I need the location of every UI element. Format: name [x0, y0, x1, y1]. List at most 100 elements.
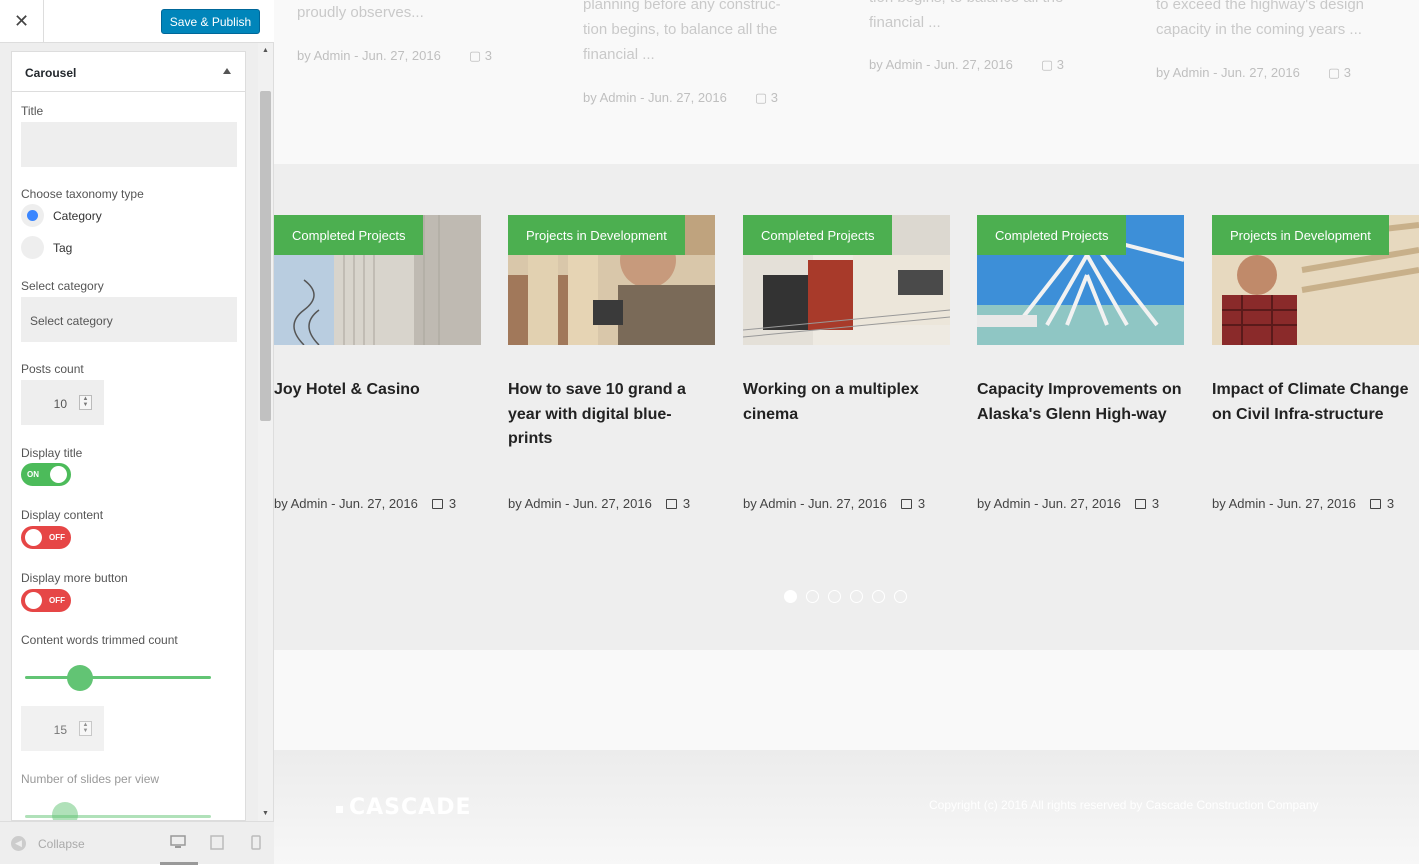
comment-icon: ▢	[1040, 57, 1054, 72]
comment-count: 3	[484, 48, 492, 63]
collapse-caret-icon[interactable]	[223, 68, 231, 74]
carousel-pagination	[784, 590, 907, 603]
faded-post-card: tion begins, to balance all the financia…	[869, 0, 1129, 72]
comment-count[interactable]: 3	[449, 496, 456, 511]
post-meta-text: by Admin - Jun. 27, 2016	[508, 496, 652, 511]
post-carousel: Completed Projects Joy Hotel & Casino by…	[274, 164, 1419, 650]
radio-tag-label[interactable]: Tag	[53, 241, 72, 255]
post-thumbnail[interactable]: Completed Projects	[274, 215, 481, 345]
post-excerpt-line: financial ...	[583, 46, 655, 63]
pagination-dot[interactable]	[872, 590, 885, 603]
toggle-knob	[25, 529, 42, 546]
words-trimmed-stepper[interactable]: 15 ▲ ▼	[21, 706, 104, 751]
title-input[interactable]	[21, 122, 237, 167]
panel-header: ✕ Save & Publish	[0, 0, 274, 43]
section-title[interactable]: Carousel	[12, 52, 245, 92]
select-category-dropdown[interactable]: Select category	[21, 297, 237, 342]
panel-scrollbar[interactable]: ▲ ▼	[258, 43, 273, 821]
save-publish-button[interactable]: Save & Publish	[161, 9, 260, 34]
pagination-dot[interactable]	[784, 590, 797, 603]
post-thumbnail[interactable]: Completed Projects	[977, 215, 1184, 345]
post-meta-text: by Admin - Jun. 27, 2016	[583, 90, 727, 105]
site-logo[interactable]: CASCADE	[336, 795, 471, 820]
scrollbar-thumb[interactable]	[260, 91, 271, 421]
comment-count[interactable]: 3	[918, 496, 925, 511]
pagination-dot[interactable]	[828, 590, 841, 603]
slides-per-view-label: Number of slides per view	[21, 772, 160, 786]
category-tag[interactable]: Projects in Development	[1212, 215, 1389, 255]
carousel-card[interactable]: Projects in Development How to save 10 g…	[508, 215, 715, 511]
comment-count[interactable]: 3	[683, 496, 690, 511]
display-title-label: Display title	[21, 446, 83, 460]
post-meta: by Admin - Jun. 27, 2016 3	[743, 496, 983, 511]
comment-count: 3	[770, 90, 778, 105]
toggle-knob	[25, 592, 42, 609]
spinner-arrows-icon[interactable]: ▲ ▼	[79, 395, 92, 410]
carousel-card[interactable]: Completed Projects Joy Hotel & Casino by…	[274, 215, 481, 511]
pagination-dot[interactable]	[806, 590, 819, 603]
comment-count[interactable]: 3	[1152, 496, 1159, 511]
carousel-card[interactable]: Projects in Development Impact of Climat…	[1212, 215, 1419, 511]
title-label: Title	[21, 104, 44, 118]
post-title[interactable]: Impact of Climate Change on Civil Infra-…	[1212, 378, 1419, 427]
pagination-dot[interactable]	[850, 590, 863, 603]
carousel-card[interactable]: Completed Projects Capacity Improvements…	[977, 215, 1184, 511]
mobile-preview-icon[interactable]	[247, 835, 265, 853]
scroll-up-icon[interactable]: ▲	[262, 47, 269, 54]
comment-icon	[1369, 499, 1381, 509]
post-meta-text: by Admin - Jun. 27, 2016	[1156, 65, 1300, 80]
post-title[interactable]: Capacity Improvements on Alaska's Glenn …	[977, 378, 1184, 427]
toggle-state: ON	[27, 470, 39, 479]
post-meta-text: by Admin - Jun. 27, 2016	[1212, 496, 1356, 511]
display-title-toggle[interactable]: ON	[21, 463, 71, 486]
select-category-label: Select category	[21, 279, 104, 293]
post-thumbnail[interactable]: Projects in Development	[1212, 215, 1419, 345]
close-button[interactable]: ✕	[0, 0, 44, 43]
taxonomy-label: Choose taxonomy type	[21, 187, 144, 201]
comment-count[interactable]: 3	[1387, 496, 1394, 511]
radio-category[interactable]	[21, 204, 44, 227]
collapse-arrow-icon: ◀	[11, 836, 26, 851]
post-meta: by Admin - Jun. 27, 2016 3	[1212, 496, 1419, 511]
category-tag[interactable]: Completed Projects	[977, 215, 1127, 255]
carousel-card[interactable]: Completed Projects Working on a multiple…	[743, 215, 950, 511]
post-excerpt-line: capacity in the coming years ...	[1156, 21, 1362, 38]
post-thumbnail[interactable]: Projects in Development	[508, 215, 715, 345]
desktop-preview-icon[interactable]	[169, 835, 187, 853]
words-trimmed-slider-handle[interactable]	[67, 665, 93, 691]
category-tag[interactable]: Projects in Development	[508, 215, 685, 255]
logo-text: CASCADE	[349, 795, 472, 820]
post-title[interactable]: How to save 10 grand a year with digital…	[508, 378, 715, 452]
category-tag[interactable]: Completed Projects	[274, 215, 424, 255]
spinner-arrows-icon[interactable]: ▲ ▼	[79, 721, 92, 736]
posts-count-stepper[interactable]: 10 ▲ ▼	[21, 380, 104, 425]
category-tag[interactable]: Completed Projects	[743, 215, 893, 255]
post-title[interactable]: Working on a multiplex cinema	[743, 378, 950, 427]
post-thumbnail[interactable]: Completed Projects	[743, 215, 950, 345]
post-excerpt-line: financial ...	[869, 14, 941, 31]
post-meta-text: by Admin - Jun. 27, 2016	[297, 48, 441, 63]
scroll-down-icon[interactable]: ▼	[262, 810, 269, 817]
display-content-toggle[interactable]: OFF	[21, 526, 71, 549]
close-icon[interactable]: ✕	[14, 11, 29, 32]
display-more-toggle[interactable]: OFF	[21, 589, 71, 612]
comment-icon	[1134, 499, 1146, 509]
comment-icon	[665, 499, 677, 509]
post-meta: by Admin - Jun. 27, 2016 ▢ 3	[869, 57, 1064, 73]
post-title[interactable]: Joy Hotel & Casino	[274, 378, 481, 403]
radio-category-label[interactable]: Category	[53, 209, 102, 223]
slides-per-view-slider-handle[interactable]	[52, 802, 78, 820]
post-meta: by Admin - Jun. 27, 2016 ▢ 3	[1156, 65, 1351, 81]
words-trimmed-slider[interactable]	[25, 676, 211, 679]
comment-icon: ▢	[1327, 65, 1341, 80]
post-meta: by Admin - Jun. 27, 2016 3	[977, 496, 1217, 511]
pagination-dot[interactable]	[894, 590, 907, 603]
tablet-preview-icon[interactable]	[208, 835, 226, 853]
collapse-button[interactable]: ◀ Collapse	[11, 836, 85, 851]
posts-count-value: 10	[53, 397, 67, 411]
radio-tag[interactable]	[21, 236, 44, 259]
words-trimmed-value: 15	[53, 723, 67, 737]
site-footer: CASCADE Copyright (c) 2016 All rights re…	[274, 750, 1419, 864]
comment-icon: ▢	[754, 90, 768, 105]
words-trimmed-label: Content words trimmed count	[21, 633, 178, 647]
